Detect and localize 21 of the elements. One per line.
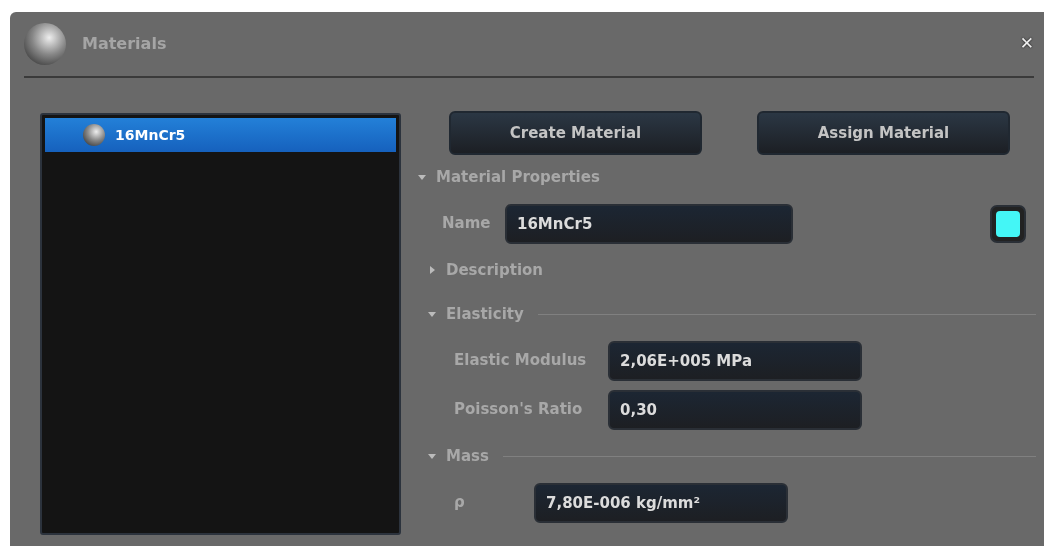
sphere-icon [24,23,66,65]
window-title: Materials [82,33,167,55]
sphere-icon [83,124,105,146]
list-item[interactable]: 16MnCr5 [45,118,396,152]
expand-arrow-icon[interactable] [428,266,436,274]
collapse-arrow-icon[interactable] [428,310,436,318]
field-label: Elastic Modulus [454,350,588,372]
field-label: ρ [454,492,466,514]
collapse-arrow-icon[interactable] [428,452,436,460]
color-swatch[interactable] [990,204,1026,243]
action-button[interactable]: Create Material [449,111,702,155]
action-button[interactable]: Assign Material [757,111,1010,155]
input-field[interactable]: 2,06E+005 MPa [608,340,862,381]
field-label: Name [442,213,492,235]
close-button[interactable]: ✕ [1019,31,1034,57]
collapse-arrow-icon[interactable] [418,173,426,181]
item-label: 16MnCr5 [115,125,186,145]
input-field[interactable]: 0,30 [608,389,862,430]
input-field[interactable]: 7,80E-006 kg/mm² [534,482,788,523]
input-field[interactable]: 16MnCr5 [505,203,793,244]
field-label: Poisson's Ratio [454,399,584,421]
